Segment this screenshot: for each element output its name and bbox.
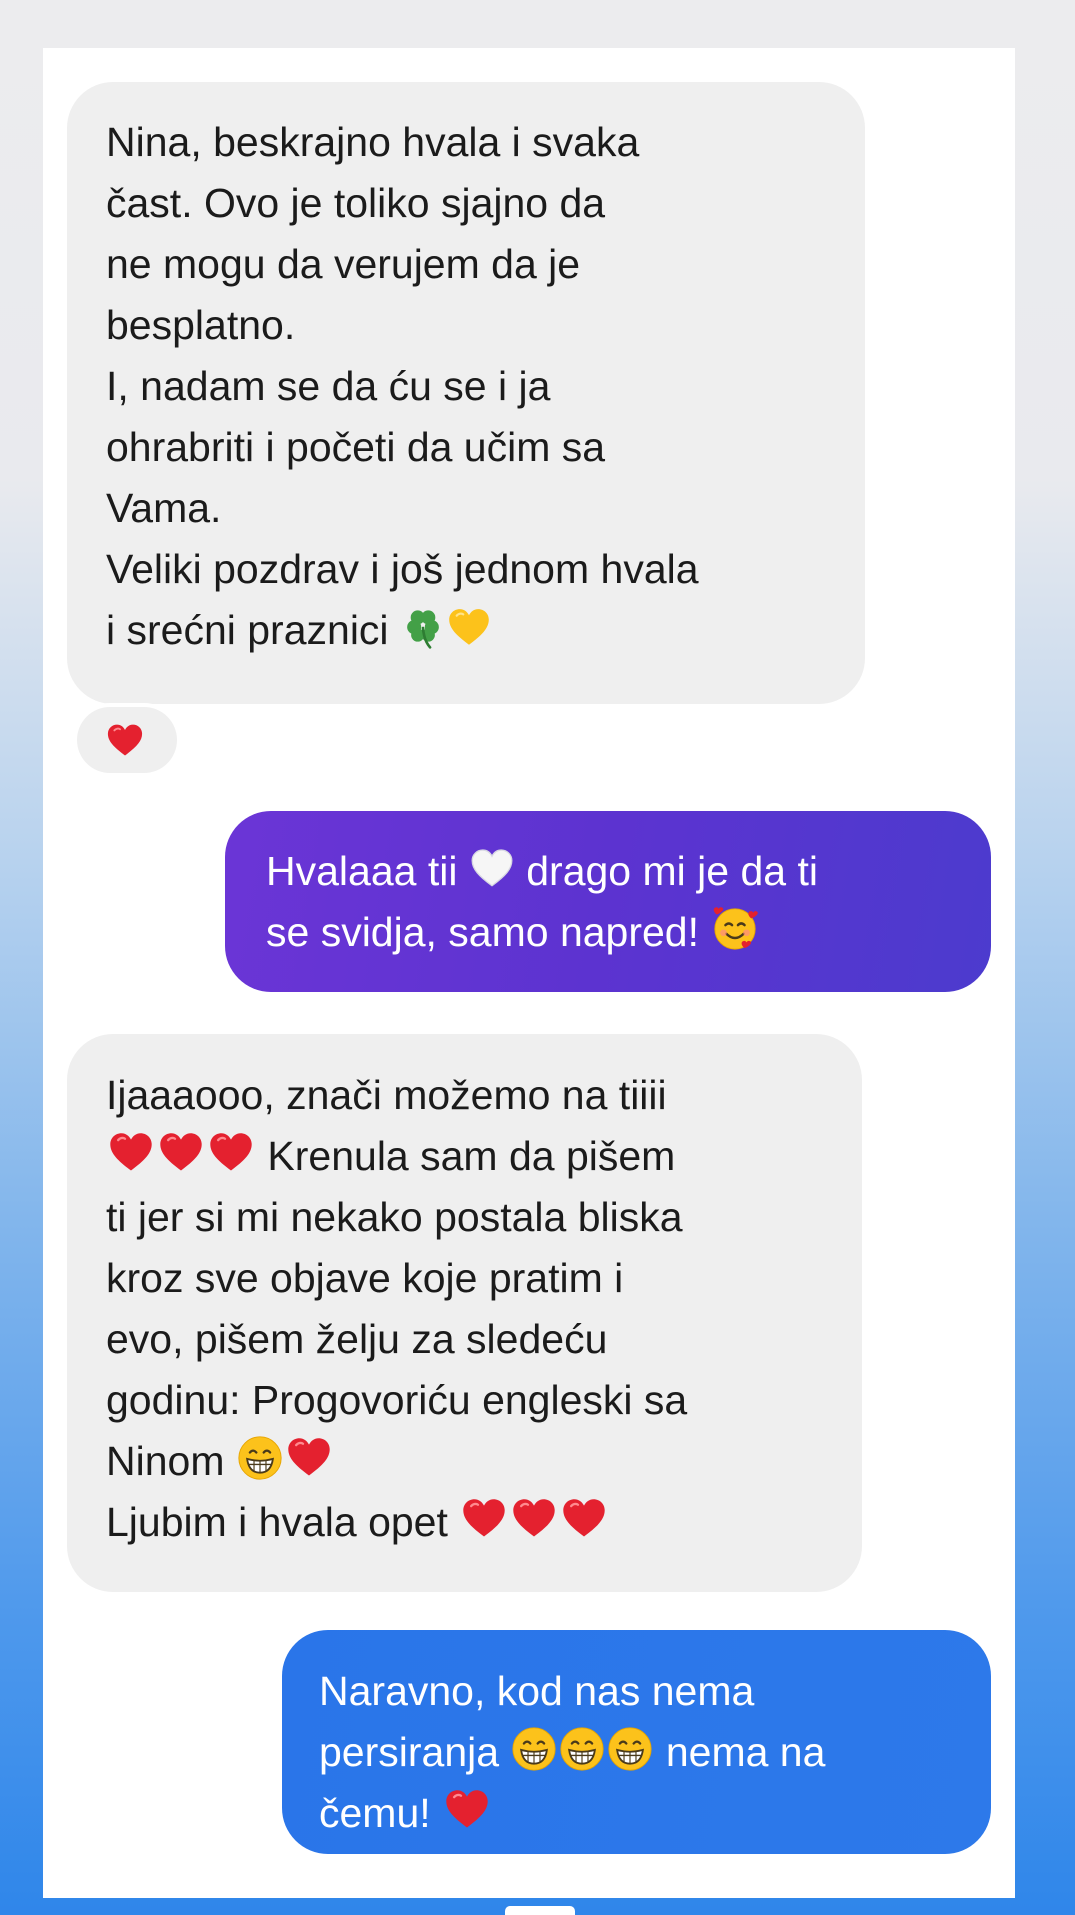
outgoing-message-bubble[interactable]: Hvalaaa tii drago mi je da ti se svidja,… (225, 811, 991, 992)
outgoing-message-bubble[interactable]: Naravno, kod nas nema persiranja nema na… (282, 1630, 991, 1854)
white-heart-icon (470, 847, 514, 891)
four-leaf-clover-icon (401, 606, 445, 650)
message-line: persiranja (319, 1729, 500, 1775)
message-line-with-emoji: Ljubim i hvala opet (106, 1492, 862, 1553)
beaming-face-icon (237, 1435, 283, 1481)
incoming-message-bubble[interactable]: Nina, beskrajno hvala i svaka čast. Ovo … (67, 82, 865, 704)
yellow-heart-icon (447, 606, 491, 650)
message-line: kroz sve objave koje pratim i (106, 1255, 624, 1301)
message-line: drago mi je da ti (526, 848, 818, 894)
home-indicator (505, 1906, 575, 1915)
smiling-face-with-hearts-icon (711, 904, 759, 952)
message-line: Nina, beskrajno hvala i svaka (106, 119, 640, 165)
message-line-with-emoji: se svidja, samo napred! (266, 902, 991, 963)
message-line: Naravno, kod nas nema (319, 1668, 755, 1714)
message-line-with-emoji: persiranja nema na (319, 1722, 991, 1783)
red-heart-icon (443, 1787, 491, 1833)
message-line: Ninom (106, 1438, 225, 1484)
message-line: godinu: Progovoriću engleski sa (106, 1377, 688, 1423)
beaming-face-icon (607, 1726, 653, 1772)
message-line: se svidja, samo napred! (266, 909, 700, 955)
message-line: nema na (665, 1729, 826, 1775)
message-reaction[interactable] (77, 707, 177, 773)
message-line-with-emoji: Hvalaaa tii drago mi je da ti (266, 841, 991, 902)
message-line: Veliki pozdrav i još jednom hvala (106, 546, 699, 592)
red-heart-icon (285, 1435, 333, 1481)
red-heart-icon (157, 1130, 205, 1176)
message-line: I, nadam se da ću se i ja (106, 363, 551, 409)
message-line-with-emoji: i srećni praznici (106, 600, 865, 661)
red-heart-icon (207, 1130, 255, 1176)
beaming-face-icon (511, 1726, 557, 1772)
message-line: Ljubim i hvala opet (106, 1499, 448, 1545)
red-heart-icon (510, 1496, 558, 1542)
message-line-with-emoji: Ninom (106, 1431, 862, 1492)
message-line: ti jer si mi nekako postala bliska (106, 1194, 683, 1240)
incoming-message-bubble[interactable]: Ijaaaooo, znači možemo na tiiii Krenula … (67, 1034, 862, 1592)
beaming-face-icon (559, 1726, 605, 1772)
message-line: Ijaaaooo, znači možemo na tiiii (106, 1072, 667, 1118)
message-line: čast. Ovo je toliko sjajno da (106, 180, 606, 226)
message-line: Vama. (106, 485, 222, 531)
red-heart-icon (107, 1130, 155, 1176)
message-line-with-emoji: Krenula sam da pišem (106, 1126, 862, 1187)
red-heart-icon (105, 722, 145, 765)
message-line: Hvalaaa tii (266, 848, 458, 894)
message-line: Krenula sam da pišem (267, 1133, 676, 1179)
red-heart-icon (460, 1496, 508, 1542)
message-line: ohrabriti i početi da učim sa (106, 424, 606, 470)
message-line: evo, pišem želju za sledeću (106, 1316, 608, 1362)
message-line: besplatno. (106, 302, 296, 348)
message-line-with-emoji: čemu! (319, 1783, 991, 1844)
red-heart-icon (560, 1496, 608, 1542)
message-line: čemu! (319, 1790, 431, 1836)
message-line: ne mogu da verujem da je (106, 241, 581, 287)
message-line: i srećni praznici (106, 607, 389, 653)
